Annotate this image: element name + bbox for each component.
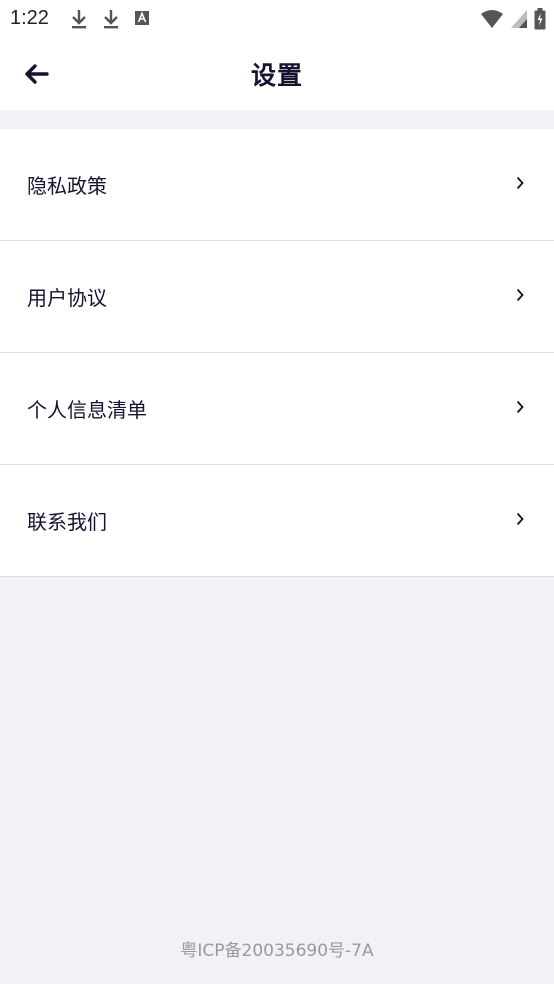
app-header: 设置 (0, 38, 554, 110)
signal-icon (511, 10, 527, 28)
status-bar: 1:22 (0, 0, 554, 38)
chevron-right-icon (516, 512, 524, 526)
menu-item-label: 用户协议 (27, 286, 107, 310)
menu-item-label: 个人信息清单 (27, 398, 147, 422)
menu-item-privacy-policy[interactable]: 隐私政策 (0, 129, 554, 241)
menu-item-label: 联系我们 (27, 510, 107, 534)
chevron-right-icon (516, 288, 524, 302)
chevron-right-icon (516, 400, 524, 414)
download-icon (72, 10, 86, 29)
page-title: 设置 (250, 61, 303, 90)
menu-item-label: 隐私政策 (27, 174, 107, 198)
wifi-icon (481, 10, 503, 28)
notification-icons (70, 9, 150, 29)
battery-icon (534, 8, 546, 30)
status-time: 1:22 (10, 7, 49, 29)
menu-item-user-agreement[interactable]: 用户协议 (0, 241, 554, 353)
menu-item-personal-info-list[interactable]: 个人信息清单 (0, 353, 554, 465)
system-icons (480, 8, 546, 30)
icp-license-text: 粤ICP备20035690号-7A (180, 941, 374, 961)
settings-list: 隐私政策 用户协议 个人信息清单 联系我们 (0, 129, 554, 577)
menu-item-contact-us[interactable]: 联系我们 (0, 465, 554, 577)
download-icon (104, 10, 118, 29)
text-a-icon (135, 11, 149, 25)
chevron-right-icon (516, 176, 524, 190)
